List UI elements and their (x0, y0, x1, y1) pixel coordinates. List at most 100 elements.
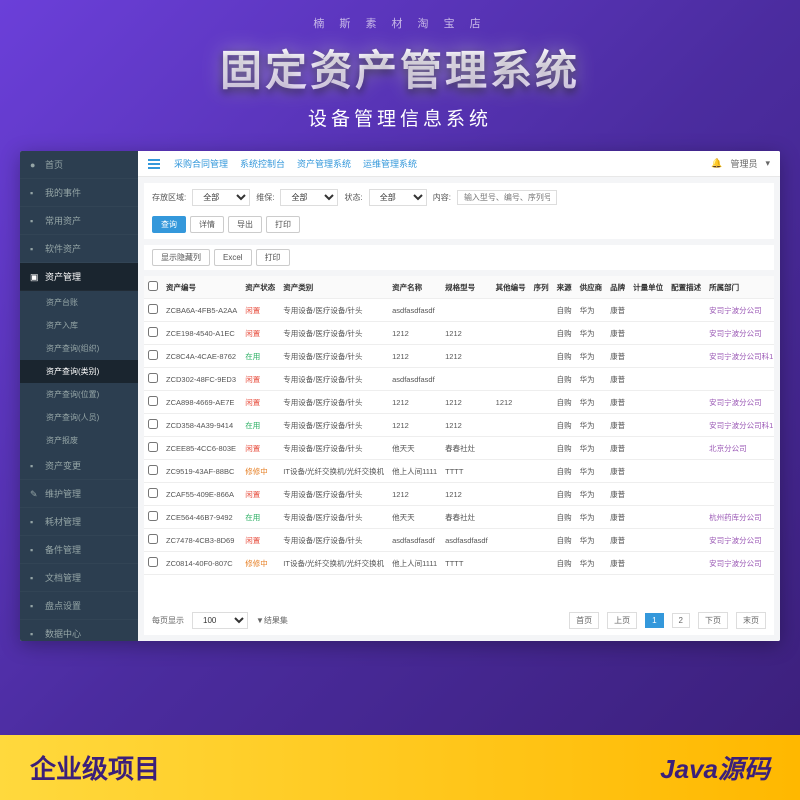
table-row[interactable]: ZCAF55-409E-866A闲置专用设备/医疗设备/针头12121212自购… (144, 483, 774, 506)
asset-source: 自购 (553, 391, 576, 414)
sidebar-item[interactable]: ▪数据中心 (20, 620, 138, 641)
asset-serial (530, 345, 553, 368)
next-page[interactable]: 下页 (698, 612, 728, 629)
sidebar-sub-item[interactable]: 资产查询(人员) (20, 406, 138, 429)
sidebar-sub-item[interactable]: 资产入库 (20, 314, 138, 337)
menu-icon[interactable] (148, 159, 160, 169)
asset-category: 专用设备/医疗设备/针头 (279, 437, 388, 460)
asset-name: 1212 (388, 414, 441, 437)
sidebar-item[interactable]: ▪盘点设置 (20, 592, 138, 620)
asset-spec: TTTT (441, 552, 492, 575)
first-page[interactable]: 首页 (569, 612, 599, 629)
asset-other: 1212 (492, 391, 530, 414)
export-button[interactable]: 导出 (228, 216, 262, 233)
asset-vendor: 华为 (576, 460, 607, 483)
asset-id: ZCE564-46B7-9492 (162, 506, 241, 529)
sidebar-item[interactable]: ▪备件管理 (20, 536, 138, 564)
asset-desc (667, 345, 705, 368)
search-input[interactable] (457, 190, 557, 205)
excel-button[interactable]: Excel (214, 249, 252, 266)
sidebar-sub-item[interactable]: 资产查询(位置) (20, 383, 138, 406)
asset-brand: 康普 (606, 391, 629, 414)
region-select[interactable]: 全部 (192, 189, 250, 206)
row-checkbox[interactable] (148, 396, 158, 406)
sidebar-item[interactable]: ✎维护管理 (20, 480, 138, 508)
sidebar-item[interactable]: ▣资产管理 (20, 263, 138, 291)
asset-source: 自购 (553, 345, 576, 368)
table-row[interactable]: ZCD358-4A39-9414在用专用设备/医疗设备/针头12121212自购… (144, 414, 774, 437)
asset-spec: 1212 (441, 414, 492, 437)
asset-spec: 1212 (441, 345, 492, 368)
topnav-link[interactable]: 采购合同管理 (174, 159, 228, 169)
row-checkbox[interactable] (148, 442, 158, 452)
table-row[interactable]: ZCD302-48FC-9ED3闲置专用设备/医疗设备/针头asdfasdfas… (144, 368, 774, 391)
asset-dept: 安司宁波分公司科1 (705, 345, 774, 368)
sidebar-item[interactable]: ▪常用资产 (20, 207, 138, 235)
asset-serial (530, 414, 553, 437)
sidebar-item[interactable]: ▪软件资产 (20, 235, 138, 263)
topnav-link[interactable]: 系统控制台 (240, 159, 285, 169)
row-checkbox[interactable] (148, 465, 158, 475)
table-row[interactable]: ZCA898-4669-AE7E闲置专用设备/医疗设备/针头1212121212… (144, 391, 774, 414)
asset-vendor: 华为 (576, 322, 607, 345)
page-1[interactable]: 1 (645, 613, 663, 628)
asset-status: 在用 (241, 345, 279, 368)
asset-name: asdfasdfasdf (388, 529, 441, 552)
nav-label: 我的事件 (45, 186, 81, 199)
row-checkbox[interactable] (148, 534, 158, 544)
table-row[interactable]: ZCE198-4540-A1EC闲置专用设备/医疗设备/针头12121212自购… (144, 322, 774, 345)
nav-icon: ▪ (30, 188, 39, 197)
query-button[interactable]: 查询 (152, 216, 186, 233)
row-checkbox[interactable] (148, 373, 158, 383)
sidebar: ●首页▪我的事件▪常用资产▪软件资产▣资产管理资产台账资产入库资产查询(组织)资… (20, 151, 138, 641)
table-row[interactable]: ZCE564-46B7-9492在用专用设备/医疗设备/针头他天天春春社灶自购华… (144, 506, 774, 529)
user-area[interactable]: 🔔 管理员▾ (711, 157, 770, 170)
notification-icon[interactable]: 🔔 (711, 158, 722, 169)
row-checkbox[interactable] (148, 557, 158, 567)
row-checkbox[interactable] (148, 419, 158, 429)
sidebar-item[interactable]: ▪资产变更 (20, 452, 138, 480)
select-all-checkbox[interactable] (148, 281, 158, 291)
asset-status: 闲置 (241, 299, 279, 322)
table-row[interactable]: ZCEE85-4CC6-803E闲置专用设备/医疗设备/针头他天天春春社灶自购华… (144, 437, 774, 460)
nav-icon: ▪ (30, 216, 39, 225)
columns-button[interactable]: 显示隐藏列 (152, 249, 210, 266)
row-checkbox[interactable] (148, 511, 158, 521)
asset-spec: 春春社灶 (441, 506, 492, 529)
topnav-link[interactable]: 运维管理系统 (363, 159, 417, 169)
per-page-select[interactable]: 100 (192, 612, 248, 629)
asset-name: 1212 (388, 322, 441, 345)
page-2[interactable]: 2 (672, 613, 690, 628)
print2-button[interactable]: 打印 (256, 249, 290, 266)
table-row[interactable]: ZCBA6A-4FB5-A2AA闲置专用设备/医疗设备/针头asdfasdfas… (144, 299, 774, 322)
sidebar-item[interactable]: ▪文档管理 (20, 564, 138, 592)
table-container: 资产编号资产状态资产类别资产名称规格型号其他编号序列来源供应商品牌计量单位配置描… (144, 276, 774, 606)
sidebar-item[interactable]: ▪ 我的事件 (20, 179, 138, 207)
asset-vendor: 华为 (576, 368, 607, 391)
nav-label: 资产管理 (45, 270, 81, 283)
maint-select[interactable]: 全部 (280, 189, 338, 206)
row-checkbox[interactable] (148, 488, 158, 498)
sidebar-sub-item[interactable]: 资产报废 (20, 429, 138, 452)
sidebar-sub-item[interactable]: 资产查询(类别) (20, 360, 138, 383)
asset-status: 在用 (241, 506, 279, 529)
print-button[interactable]: 打印 (266, 216, 300, 233)
state-select[interactable]: 全部 (369, 189, 427, 206)
detail-button[interactable]: 详情 (190, 216, 224, 233)
table-row[interactable]: ZC8C4A-4CAE-8762在用专用设备/医疗设备/针头12121212自购… (144, 345, 774, 368)
asset-vendor: 华为 (576, 506, 607, 529)
sidebar-sub-item[interactable]: 资产查询(组织) (20, 337, 138, 360)
table-row[interactable]: ZC9519-43AF-88BC修修中IT设备/光纤交换机/光纤交换机他上人间1… (144, 460, 774, 483)
row-checkbox[interactable] (148, 304, 158, 314)
sidebar-item[interactable]: ▪耗材管理 (20, 508, 138, 536)
asset-dept (705, 368, 774, 391)
sidebar-sub-item[interactable]: 资产台账 (20, 291, 138, 314)
row-checkbox[interactable] (148, 327, 158, 337)
table-row[interactable]: ZC0814-40F0-807C修修中IT设备/光纤交换机/光纤交换机他上人间1… (144, 552, 774, 575)
last-page[interactable]: 末页 (736, 612, 766, 629)
table-row[interactable]: ZC7478-4CB3-8D69闲置专用设备/医疗设备/针头asdfasdfas… (144, 529, 774, 552)
row-checkbox[interactable] (148, 350, 158, 360)
sidebar-item[interactable]: ●首页 (20, 151, 138, 179)
topnav-link[interactable]: 资产管理系统 (297, 159, 351, 169)
prev-page[interactable]: 上页 (607, 612, 637, 629)
